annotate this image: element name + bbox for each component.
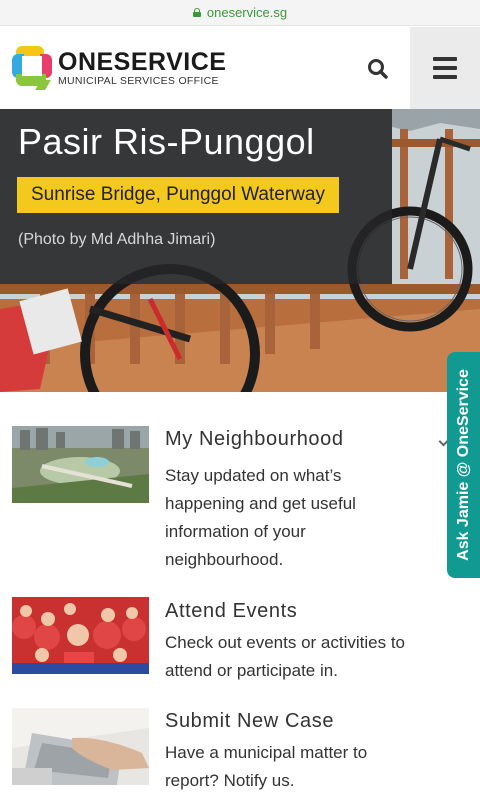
search-icon	[368, 59, 388, 79]
menu-button[interactable]	[410, 27, 480, 109]
logo-mark-icon	[12, 46, 52, 90]
search-button[interactable]	[360, 53, 396, 85]
feature-my-neighbourhood[interactable]: My Neighbourhood Stay updated on what’s …	[0, 420, 440, 580]
hero-overlay: Pasir Ris-Punggol Sunrise Bridge, Punggo…	[0, 109, 392, 284]
address-bar[interactable]: oneservice.sg	[0, 0, 480, 26]
url-text[interactable]: oneservice.sg	[207, 5, 287, 20]
feature-description: Have a municipal matter to report? Notif…	[165, 743, 368, 790]
submit-case-image[interactable]	[12, 708, 149, 785]
feature-submit-new-case[interactable]: Submit New Case Have a municipal matter …	[0, 700, 440, 800]
feature-description: Check out events or activities to attend…	[165, 633, 406, 680]
feature-title[interactable]: Attend Events	[165, 600, 297, 623]
events-image[interactable]	[12, 597, 149, 674]
feature-description: Stay updated on what’s happening and get…	[165, 466, 356, 569]
feature-title[interactable]: Submit New Case	[165, 710, 334, 733]
feature-attend-events[interactable]: Attend Events Check out events or activi…	[0, 590, 440, 690]
ask-jamie-label: Ask Jamie @ OneService	[454, 369, 472, 561]
feature-title[interactable]: My Neighbourhood	[165, 428, 344, 451]
hero-banner: Pasir Ris-Punggol Sunrise Bridge, Punggo…	[0, 109, 480, 392]
photo-credit: (Photo by Md Adhha Jimari)	[18, 231, 216, 248]
ask-jamie-tab[interactable]: Ask Jamie @ OneService	[447, 352, 480, 578]
oneservice-logo[interactable]: ONESERVICE MUNICIPAL SERVICES OFFICE	[12, 46, 226, 90]
logo-subtitle: MUNICIPAL SERVICES OFFICE	[58, 75, 219, 87]
location-badge: Sunrise Bridge, Punggol Waterway	[17, 177, 339, 213]
lock-icon	[192, 8, 201, 17]
town-title: Pasir Ris-Punggol	[18, 121, 315, 162]
logo-name: ONESERVICE	[58, 48, 227, 76]
hamburger-icon	[433, 57, 457, 61]
site-header: ONESERVICE MUNICIPAL SERVICES OFFICE	[0, 27, 480, 109]
neighbourhood-image[interactable]	[12, 426, 149, 503]
